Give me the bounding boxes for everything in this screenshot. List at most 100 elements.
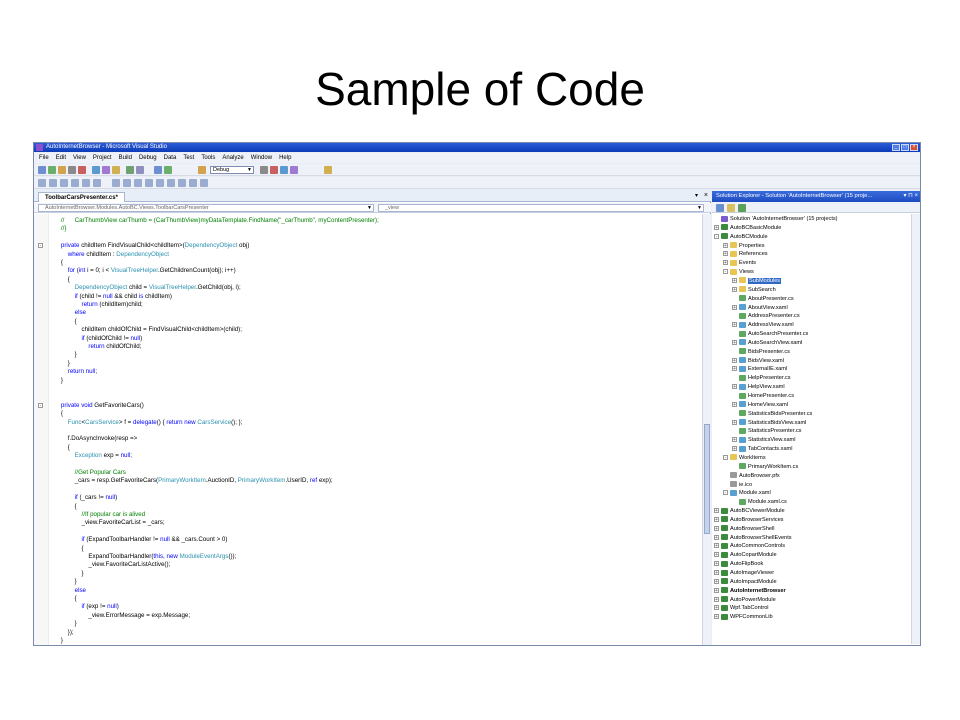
menu-item-project[interactable]: Project: [93, 153, 112, 163]
complete-word-icon[interactable]: [71, 179, 79, 187]
maximize-button[interactable]: □: [901, 144, 909, 151]
properties-window-icon[interactable]: [280, 166, 288, 174]
expand-icon[interactable]: +: [732, 419, 737, 425]
increase-indent-icon[interactable]: [93, 179, 101, 187]
tree-item[interactable]: AddressPresenter.cs: [732, 312, 800, 321]
tree-item[interactable]: + AutoBrowserServices: [714, 516, 783, 525]
expand-icon[interactable]: +: [714, 552, 719, 558]
navigate-forward-icon[interactable]: [164, 166, 172, 174]
list-members-icon[interactable]: [38, 179, 46, 187]
tab-toolbarcarspresenter[interactable]: ToolbarCarsPresenter.cs*: [38, 192, 125, 202]
collapse-icon[interactable]: -: [723, 269, 728, 275]
close-pane-icon[interactable]: ×: [914, 193, 918, 199]
tree-item[interactable]: - WorkItems: [723, 454, 766, 463]
expand-icon[interactable]: +: [732, 322, 737, 328]
expand-icon[interactable]: +: [732, 366, 737, 372]
code-line[interactable]: }: [34, 636, 694, 645]
new-project-icon[interactable]: [38, 166, 46, 174]
prev-bookmark-icon[interactable]: [145, 179, 153, 187]
expand-icon[interactable]: +: [714, 516, 719, 522]
tree-item[interactable]: + WPFCommonLib: [714, 613, 773, 622]
save-icon[interactable]: [68, 166, 76, 174]
tree-item[interactable]: StatisticsBidsPresenter.cs: [732, 410, 812, 419]
start-debugging-icon[interactable]: [198, 166, 206, 174]
solution-configuration-select[interactable]: Debug ▼: [210, 166, 254, 174]
expand-icon[interactable]: +: [732, 286, 737, 292]
expand-icon[interactable]: +: [714, 543, 719, 549]
tree-item[interactable]: + HomeView.xaml: [732, 401, 788, 410]
tree-item[interactable]: + Events: [723, 259, 756, 268]
tree-item[interactable]: - Module.xaml: [723, 489, 771, 498]
find-in-files-icon[interactable]: [260, 166, 268, 174]
expand-icon[interactable]: +: [714, 596, 719, 602]
expand-icon[interactable]: +: [714, 570, 719, 576]
expand-icon[interactable]: +: [714, 614, 719, 620]
tree-item[interactable]: StatisticsPresenter.cs: [732, 427, 801, 436]
expand-icon[interactable]: +: [732, 401, 737, 407]
close-tab-icon[interactable]: ×: [704, 191, 708, 201]
expand-icon[interactable]: +: [714, 578, 719, 584]
expand-icon[interactable]: +: [714, 587, 719, 593]
save-all-icon[interactable]: [78, 166, 86, 174]
quick-info-icon[interactable]: [60, 179, 68, 187]
tree-item[interactable]: + AutoBCBasicModule: [714, 224, 781, 233]
expand-icon[interactable]: +: [714, 224, 719, 230]
uncomment-icon[interactable]: [123, 179, 131, 187]
tree-item[interactable]: - Views: [723, 268, 754, 277]
expand-icon[interactable]: +: [732, 277, 737, 283]
tree-item[interactable]: + AutoBrowserShell: [714, 525, 774, 534]
menu-item-build[interactable]: Build: [119, 153, 132, 163]
comment-icon[interactable]: [112, 179, 120, 187]
expand-icon[interactable]: +: [723, 260, 728, 266]
expand-icon[interactable]: +: [723, 251, 728, 257]
expand-icon[interactable]: +: [723, 242, 728, 248]
tree-item[interactable]: + BidsView.xaml: [732, 357, 784, 366]
tree-item[interactable]: AutoBrowser.pfx: [723, 472, 780, 481]
collapse-region-icon[interactable]: -: [38, 243, 43, 249]
cut-icon[interactable]: [92, 166, 100, 174]
expand-icon[interactable]: +: [732, 304, 737, 310]
next-bookmark-folder-icon[interactable]: [167, 179, 175, 187]
close-window-button[interactable]: ×: [910, 144, 918, 151]
more-options-icon[interactable]: [324, 166, 332, 174]
tree-item[interactable]: - AutoBCModule: [714, 233, 768, 242]
menu-item-tools[interactable]: Tools: [201, 153, 215, 163]
type-navigation-combo[interactable]: AutoInternetBrowser.Modules.AutoBC.Views…: [38, 204, 374, 212]
code-text-area[interactable]: // CarThumbView carThumb = (CarThumbView…: [34, 214, 702, 645]
minimize-button[interactable]: _: [892, 144, 900, 151]
tree-item[interactable]: AutoSearchPresenter.cs: [732, 330, 808, 339]
menu-item-analyze[interactable]: Analyze: [222, 153, 243, 163]
menu-item-file[interactable]: File: [39, 153, 49, 163]
solution-explorer-icon[interactable]: [270, 166, 278, 174]
pane-dropdown-icon[interactable]: ▾: [903, 193, 906, 199]
tree-item[interactable]: + AutoPowerModule: [714, 596, 776, 605]
replace-icon[interactable]: [200, 179, 208, 187]
tree-item[interactable]: BidsPresenter.cs: [732, 348, 790, 357]
tree-item[interactable]: + TabContacts.xaml: [732, 445, 792, 454]
solution-explorer-scrollbar[interactable]: [911, 214, 920, 644]
expand-icon[interactable]: +: [714, 508, 719, 514]
expand-icon[interactable]: +: [714, 561, 719, 567]
undo-icon[interactable]: [126, 166, 134, 174]
editor-vertical-scrollbar[interactable]: [702, 214, 711, 645]
expand-icon[interactable]: +: [732, 437, 737, 443]
tree-item[interactable]: HelpPresenter.cs: [732, 374, 791, 383]
collapse-icon[interactable]: -: [714, 233, 719, 239]
expand-icon[interactable]: +: [732, 446, 737, 452]
tab-list-dropdown-icon[interactable]: ▾: [695, 191, 698, 201]
tree-item[interactable]: + AutoInternetBrowser: [714, 587, 786, 596]
tree-item[interactable]: + SubModules: [732, 277, 782, 286]
clear-bookmarks-icon[interactable]: [178, 179, 186, 187]
menu-item-window[interactable]: Window: [251, 153, 272, 163]
tree-item[interactable]: + AutoCommonControls: [714, 542, 785, 551]
menu-item-help[interactable]: Help: [279, 153, 291, 163]
tree-item[interactable]: + SubSearch: [732, 286, 776, 295]
add-item-icon[interactable]: [48, 166, 56, 174]
tree-item[interactable]: AboutPresenter.cs: [732, 295, 794, 304]
toolbox-icon[interactable]: [290, 166, 298, 174]
pin-icon[interactable]: ⊓: [908, 193, 913, 199]
tree-item[interactable]: + AutoSearchView.xaml: [732, 339, 802, 348]
expand-icon[interactable]: +: [714, 534, 719, 540]
tree-item[interactable]: + ExternalIE.xaml: [732, 365, 787, 374]
tree-item[interactable]: + Wpf.TabControl: [714, 604, 769, 613]
